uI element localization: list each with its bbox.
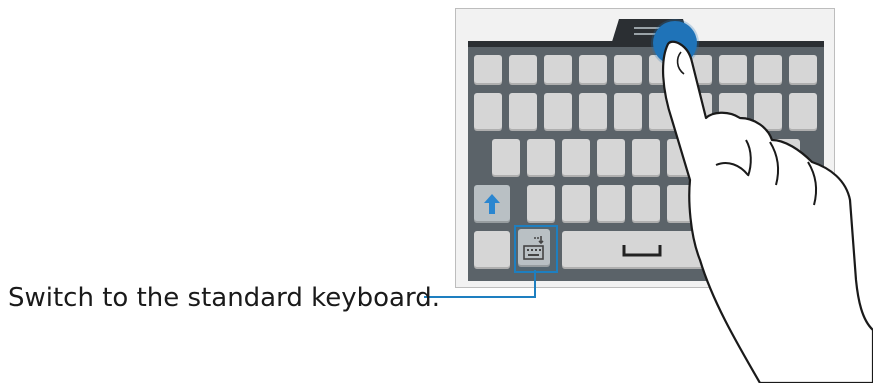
- pointing-hand-icon: [661, 40, 873, 383]
- callout-label: Switch to the standard keyboard.: [8, 283, 440, 313]
